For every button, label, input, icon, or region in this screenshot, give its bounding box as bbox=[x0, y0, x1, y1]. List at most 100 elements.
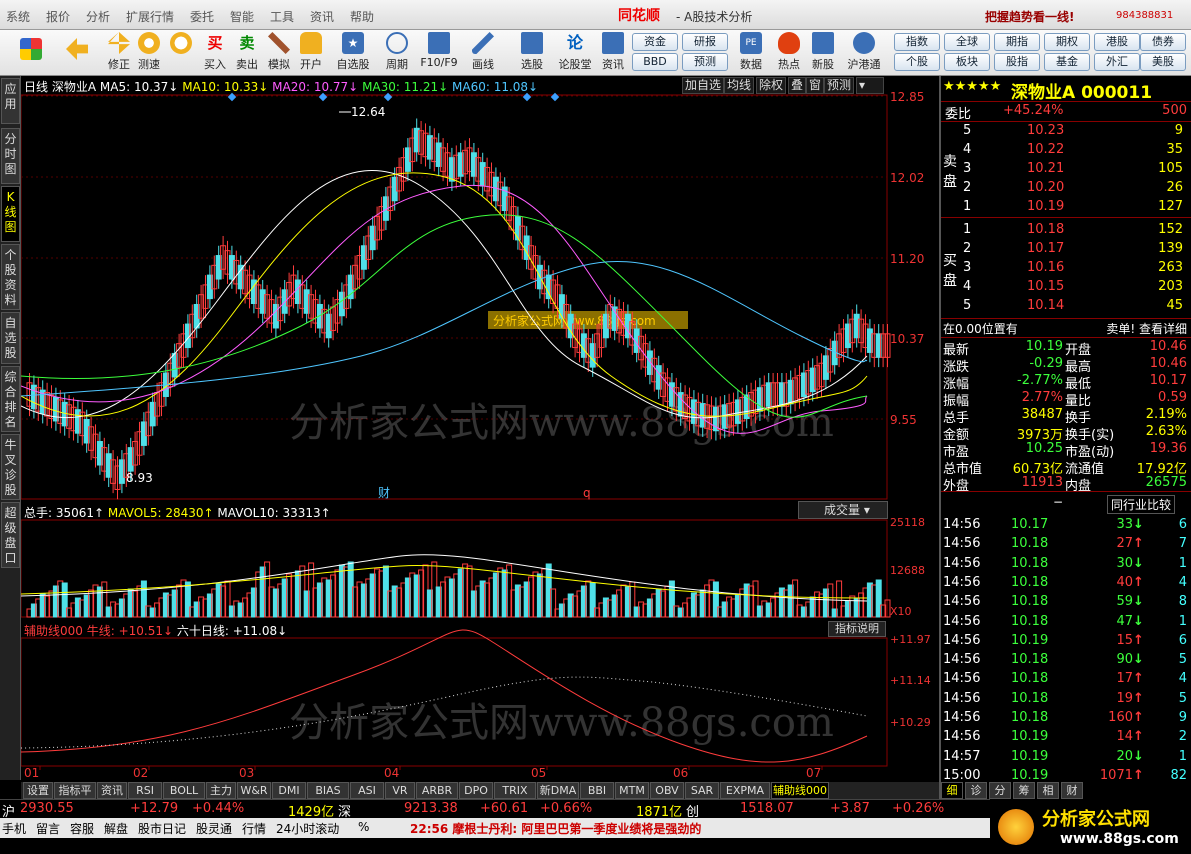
indicator-tab[interactable]: DPO bbox=[459, 782, 493, 799]
indicator-tab[interactable]: 设置 bbox=[23, 782, 53, 799]
buy-level[interactable]: 5 10.14 45 bbox=[941, 297, 1191, 316]
watchlist-button[interactable]: ★ 自选股 bbox=[336, 32, 370, 74]
indicator-tab[interactable]: OBV bbox=[650, 782, 684, 799]
add-watchlist-button[interactable]: 加自选 bbox=[682, 77, 725, 94]
sell-level[interactable]: 1 10.19 127 bbox=[941, 198, 1191, 217]
buy-level[interactable]: 2 10.17 139 bbox=[941, 240, 1191, 259]
overlay-button[interactable]: 叠 bbox=[788, 77, 807, 94]
indicator-tab[interactable]: TRIX bbox=[494, 782, 536, 799]
open-account-button[interactable]: 开户 bbox=[296, 32, 326, 74]
footer-item[interactable]: 解盘 bbox=[104, 820, 128, 837]
stock-button[interactable]: 个股 bbox=[894, 53, 940, 71]
hk-stock-button[interactable]: 港股 bbox=[1094, 33, 1140, 51]
fund2-button[interactable]: 基金 bbox=[1044, 53, 1090, 71]
bond-button[interactable]: 债券 bbox=[1140, 33, 1186, 51]
quote-tab[interactable]: 相 bbox=[1037, 782, 1059, 799]
quote-tab[interactable]: 分 bbox=[989, 782, 1011, 799]
indicator-tab[interactable]: BIAS bbox=[307, 782, 349, 799]
forecast-chart-button[interactable]: 预测 bbox=[824, 77, 855, 94]
stock-picker-button[interactable]: 选股 bbox=[514, 32, 550, 74]
options-button[interactable]: 期权 bbox=[1044, 33, 1090, 51]
buy-button[interactable]: 买买入 bbox=[200, 32, 230, 74]
kline-chart-svg[interactable]: 12.85 12.02 11.20 10.37 9.55 25118 12688 X10 +11… bbox=[20, 76, 939, 780]
tab-super-level2[interactable]: 超级盘口 bbox=[1, 502, 20, 568]
menu-trade[interactable]: 委托 bbox=[190, 8, 214, 25]
footer-item[interactable]: 股市日记 bbox=[138, 820, 186, 837]
footer-item[interactable]: 行情 bbox=[242, 820, 266, 837]
sector-button[interactable]: 板块 bbox=[944, 53, 990, 71]
indicator-tab[interactable]: 新DMA bbox=[537, 782, 579, 799]
footer-item[interactable]: % bbox=[358, 820, 369, 834]
indicator-tab[interactable]: BBI bbox=[580, 782, 614, 799]
sh-index[interactable]: 2930.55 bbox=[20, 801, 74, 816]
buy-level[interactable]: 4 10.15 203 bbox=[941, 278, 1191, 297]
research-button[interactable]: 研报 bbox=[682, 33, 728, 51]
view-detail-link[interactable]: 卖单! 查看详细 bbox=[1106, 320, 1187, 337]
indicator-tab[interactable]: RSI bbox=[128, 782, 162, 799]
ex-right-button[interactable]: 除权 bbox=[756, 77, 787, 94]
indicator-tab[interactable]: VR bbox=[385, 782, 415, 799]
forex-button[interactable]: 外汇 bbox=[1094, 53, 1140, 71]
quote-tab[interactable]: 诊 bbox=[965, 782, 987, 799]
indicator-tab[interactable]: 辅助线000 bbox=[771, 782, 829, 799]
indicator-tab[interactable]: ARBR bbox=[416, 782, 458, 799]
ipo-button[interactable]: 新股 bbox=[808, 32, 838, 74]
tab-diagnosis[interactable]: 牛叉诊股 bbox=[1, 434, 20, 500]
indicator-tab[interactable]: MTM bbox=[615, 782, 649, 799]
sell-button[interactable]: 卖卖出 bbox=[232, 32, 262, 74]
volume-selector[interactable]: 成交量 ▾ bbox=[798, 501, 888, 519]
menu-tools[interactable]: 工具 bbox=[270, 8, 294, 25]
peer-compare-button[interactable]: 同行业比较 bbox=[1107, 495, 1176, 514]
news-ticker[interactable]: 22:56 摩根士丹利: 阿里巴巴第一季度业绩将是强劲的 bbox=[410, 820, 701, 837]
ma-button[interactable]: 均线 bbox=[724, 77, 755, 94]
menu-smart[interactable]: 智能 bbox=[230, 8, 254, 25]
indicator-tab[interactable]: 主力 bbox=[206, 782, 236, 799]
menu-system[interactable]: 系统 bbox=[6, 8, 30, 25]
speed-test-button[interactable]: 测速 bbox=[134, 32, 164, 74]
menu-help[interactable]: 帮助 bbox=[350, 8, 374, 25]
tab-watchlist[interactable]: 自选股 bbox=[1, 312, 20, 364]
hk-connect-button[interactable]: 沪港通 bbox=[844, 32, 884, 74]
menu-ext-quote[interactable]: 扩展行情 bbox=[126, 8, 174, 25]
indicator-tab[interactable]: 指标平台 bbox=[54, 782, 96, 812]
data-button[interactable]: PE 数据 bbox=[736, 32, 766, 74]
hotspot-button[interactable]: 热点 bbox=[774, 32, 804, 74]
forum-button[interactable]: 论论股堂 bbox=[558, 32, 592, 74]
tab-stock-profile[interactable]: 个股资料 bbox=[1, 244, 20, 310]
indicator-tab[interactable]: W&R bbox=[237, 782, 271, 799]
indicator-help-button[interactable]: 指标说明 bbox=[828, 621, 886, 637]
draw-line-button[interactable]: 画线 bbox=[468, 32, 498, 74]
menu-analysis[interactable]: 分析 bbox=[86, 8, 110, 25]
menu-quote[interactable]: 报价 bbox=[46, 8, 70, 25]
footer-item[interactable]: 容服 bbox=[70, 820, 94, 837]
simulate-button[interactable]: 模拟 bbox=[264, 32, 294, 74]
slogan[interactable]: 把握趋势看一线! bbox=[985, 8, 1074, 25]
indicator-tab[interactable]: SAR bbox=[685, 782, 719, 799]
collapse-icon[interactable]: − bbox=[1053, 495, 1063, 509]
tab-ranking[interactable]: 综合排名 bbox=[1, 366, 20, 432]
info-button[interactable]: 资讯 bbox=[598, 32, 628, 74]
tab-intraday[interactable]: 分时图 bbox=[1, 128, 20, 184]
chart-menu-dropdown[interactable]: ▾ bbox=[856, 77, 884, 94]
indicator-tab[interactable]: DMI bbox=[272, 782, 306, 799]
colorful-grid-icon[interactable] bbox=[16, 38, 46, 80]
sell-level[interactable]: 3 10.21 105 bbox=[941, 160, 1191, 179]
correct-button[interactable]: 修正 bbox=[104, 32, 134, 74]
tab-apps[interactable]: 应用 bbox=[1, 78, 20, 124]
footer-item[interactable]: 留言 bbox=[36, 820, 60, 837]
sell-level[interactable]: 2 10.20 26 bbox=[941, 179, 1191, 198]
indicator-tab[interactable]: 资讯 bbox=[97, 782, 127, 799]
cy-index[interactable]: 1518.07 bbox=[740, 801, 794, 816]
clock-button[interactable] bbox=[166, 32, 196, 74]
bbd-button[interactable]: BBD bbox=[632, 53, 678, 71]
period-button[interactable]: 周期 bbox=[380, 32, 414, 74]
quote-tab[interactable]: 财 bbox=[1061, 782, 1083, 799]
footer-item[interactable]: 24小时滚动 bbox=[276, 820, 339, 837]
footer-item[interactable]: 手机 bbox=[2, 820, 26, 837]
us-stock-button[interactable]: 美股 bbox=[1140, 53, 1186, 71]
indicator-tab[interactable]: ASI bbox=[350, 782, 384, 799]
menu-news[interactable]: 资讯 bbox=[310, 8, 334, 25]
tab-kline[interactable]: K线图 bbox=[1, 186, 20, 242]
global-button[interactable]: 全球 bbox=[944, 33, 990, 51]
forecast-button[interactable]: 预测 bbox=[682, 53, 728, 71]
